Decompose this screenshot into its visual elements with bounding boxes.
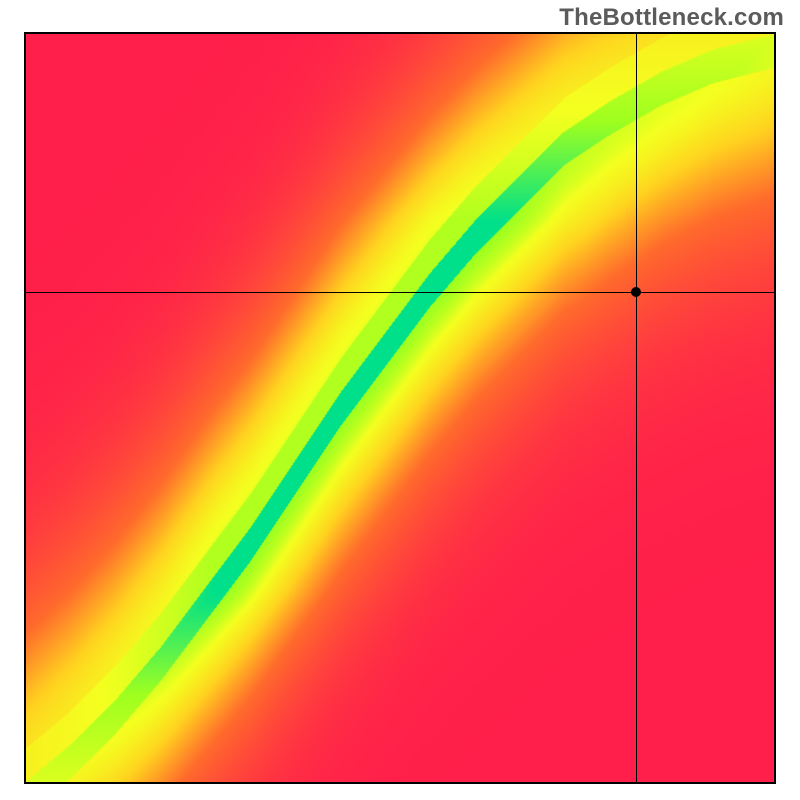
plot-area [24, 32, 776, 784]
marker-dot [631, 287, 641, 297]
chart-container: TheBottleneck.com [0, 0, 800, 800]
watermark-text: TheBottleneck.com [559, 4, 784, 32]
crosshair-horizontal [26, 292, 774, 293]
crosshair-vertical [636, 34, 637, 782]
heatmap-canvas [26, 34, 774, 782]
